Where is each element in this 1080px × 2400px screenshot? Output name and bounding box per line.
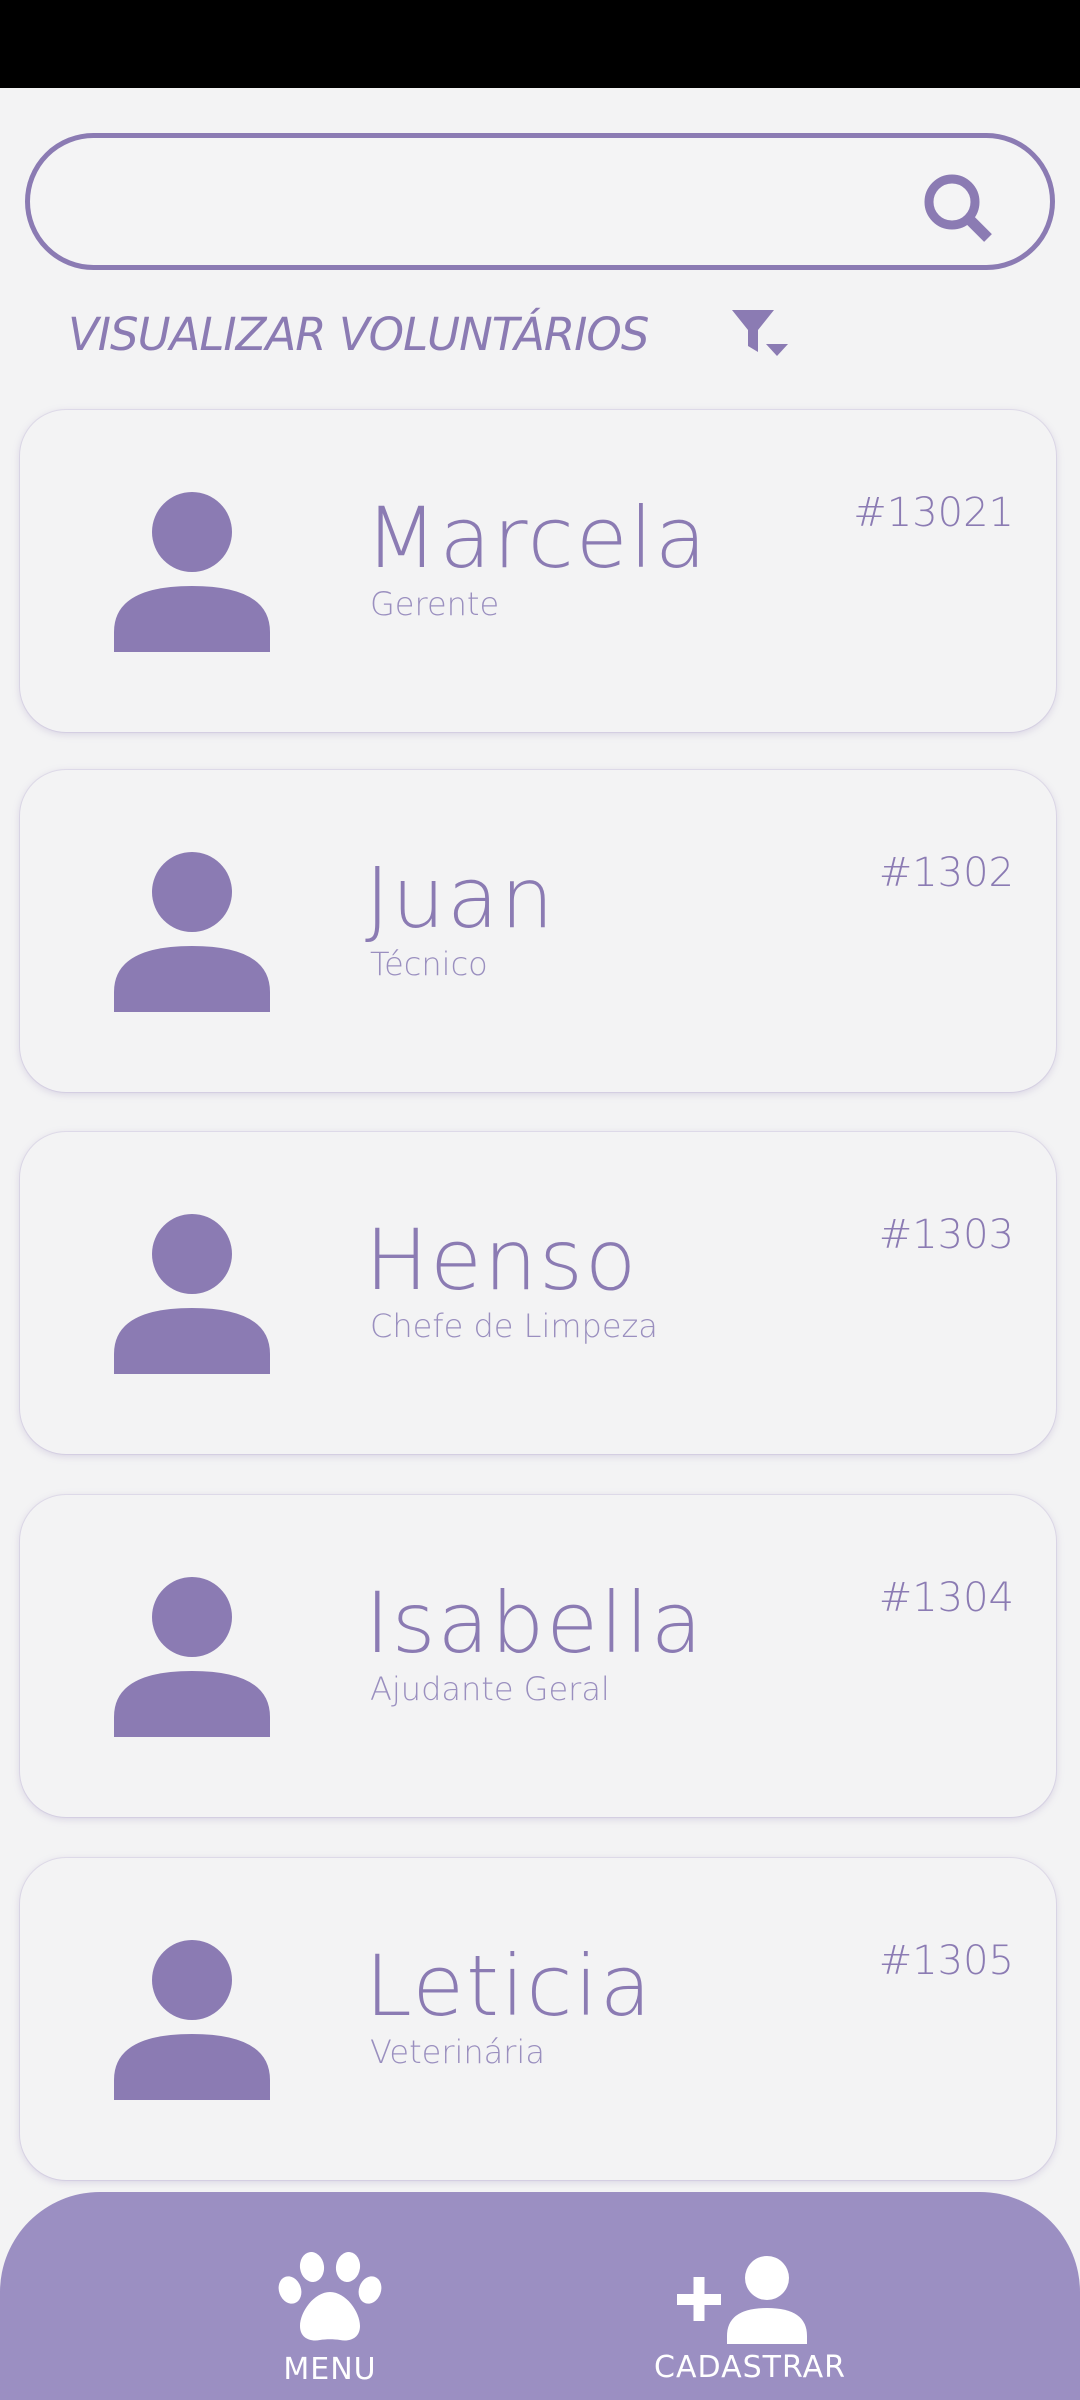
volunteer-card[interactable]: Juan Técnico #1302: [20, 770, 1056, 1092]
user-avatar-icon: [114, 492, 270, 652]
status-bar: [0, 0, 1080, 88]
volunteer-id: #1304: [878, 1575, 1014, 1621]
volunteer-card[interactable]: Marcela Gerente #13021: [20, 410, 1056, 732]
nav-register-label: CADASTRAR: [654, 2350, 846, 2385]
volunteer-card[interactable]: Isabella Ajudante Geral #1304: [20, 1495, 1056, 1817]
volunteer-card[interactable]: Henso Chefe de Limpeza #1303: [20, 1132, 1056, 1454]
volunteer-id: #1303: [878, 1212, 1014, 1258]
nav-menu-button[interactable]: MENU: [245, 2192, 415, 2400]
nav-register-button[interactable]: CADASTRAR: [645, 2192, 855, 2400]
filter-icon[interactable]: [730, 306, 792, 362]
volunteer-id: #13021: [853, 490, 1014, 536]
paw-icon: [278, 2252, 382, 2341]
user-avatar-icon: [114, 852, 270, 1012]
volunteer-role: Gerente: [370, 585, 500, 623]
volunteer-role: Técnico: [370, 945, 488, 983]
volunteer-name: Juan: [365, 849, 556, 947]
volunteer-name: Marcela: [365, 489, 709, 587]
user-avatar-icon: [114, 1940, 270, 2100]
volunteer-role: Chefe de Limpeza: [370, 1307, 658, 1345]
search-bar[interactable]: [25, 133, 1055, 270]
volunteer-name: Henso: [365, 1211, 639, 1309]
user-avatar-icon: [114, 1577, 270, 1737]
user-avatar-icon: [114, 1214, 270, 1374]
bottom-nav: MENU CADASTRAR: [0, 2192, 1080, 2400]
page-title: VISUALIZAR VOLUNTÁRIOS: [68, 308, 649, 361]
volunteer-name: Isabella: [365, 1574, 705, 1672]
nav-menu-label: MENU: [283, 2352, 377, 2387]
volunteer-role: Ajudante Geral: [370, 1670, 610, 1708]
search-input[interactable]: [70, 158, 920, 246]
search-icon[interactable]: [918, 168, 998, 248]
volunteer-card[interactable]: Leticia Veterinária #1305: [20, 1858, 1056, 2180]
volunteer-name: Leticia: [365, 1937, 654, 2035]
volunteer-role: Veterinária: [370, 2033, 545, 2071]
volunteer-id: #1302: [878, 850, 1014, 896]
volunteer-id: #1305: [878, 1938, 1014, 1984]
add-user-icon: [677, 2256, 807, 2344]
